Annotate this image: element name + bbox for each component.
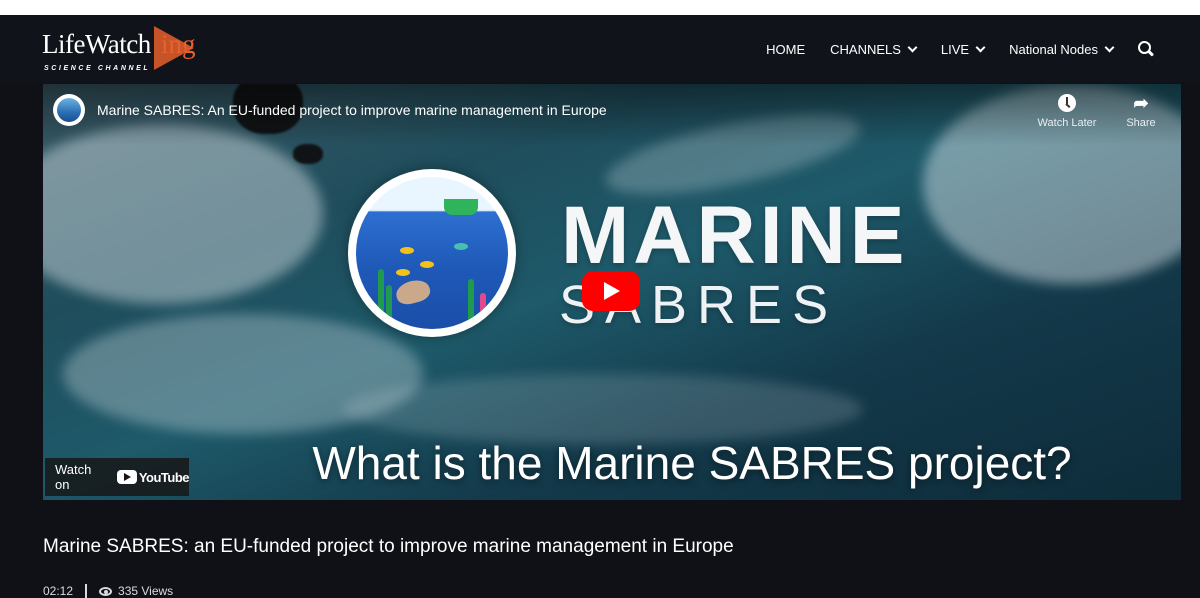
marine-sabres-logo [348,169,516,337]
watch-on-label: Watch on [55,462,92,492]
site-header: LifeWatch ing SCIENCE CHANNEL HOME CHANN… [0,15,1200,83]
youtube-label: YouTube [138,469,190,485]
page-title: Marine SABRES: an EU-funded project to i… [43,536,734,557]
nav-home[interactable]: HOME [766,42,805,57]
logo-tail-text: ing [161,29,196,59]
share-button[interactable]: ➦ Share [1111,94,1171,129]
rock [293,144,323,164]
main-nav: HOME CHANNELS LIVE National Nodes [741,39,1155,59]
divider [85,584,88,598]
nav-national-nodes-label: National Nodes [1009,41,1098,57]
video-player[interactable]: Marine SABRES: An EU-funded project to i… [43,84,1181,500]
wave-foam [343,374,863,444]
chevron-down-icon [1104,42,1115,52]
eye-icon [99,586,113,596]
nav-channels-label: CHANNELS [830,41,901,57]
watch-on-youtube-button[interactable]: Watch on YouTube [45,458,190,496]
share-label: Share [1126,117,1156,129]
nav-national-nodes[interactable]: National Nodes [1009,41,1115,57]
youtube-icon [116,470,137,484]
view-count: 335 Views [118,584,174,598]
video-meta: 02:12 335 Views [43,584,173,598]
wave-foam [43,124,323,304]
clock-icon [1058,94,1076,112]
watch-later-label: Watch Later [1037,117,1097,129]
play-button[interactable] [582,271,640,311]
nav-live[interactable]: LIVE [940,41,986,57]
video-caption: What is the Marine SABRES project? [312,437,1072,489]
search-icon[interactable] [1138,41,1155,57]
overlay-title-marine: MARINE [561,190,909,281]
boat-graphic [444,199,478,215]
ray-graphic [393,276,433,308]
chevron-down-icon [975,42,986,52]
logo-main-text: LifeWatch [42,29,151,59]
channel-avatar[interactable] [53,94,85,126]
video-duration: 02:12 [43,584,74,598]
share-icon: ➦ [1133,93,1149,113]
youtube-logo: YouTube [116,469,190,485]
nav-home-label: HOME [766,41,806,57]
watch-later-button[interactable]: Watch Later [1037,94,1097,129]
video-title[interactable]: Marine SABRES: An EU-funded project to i… [97,102,607,118]
nav-channels[interactable]: CHANNELS [830,41,918,57]
site-logo[interactable]: LifeWatch ing SCIENCE CHANNEL [42,23,212,77]
nav-live-label: LIVE [940,41,970,57]
top-strip [0,0,1200,15]
logo-subtitle: SCIENCE CHANNEL [44,65,151,72]
chevron-down-icon [907,42,918,52]
